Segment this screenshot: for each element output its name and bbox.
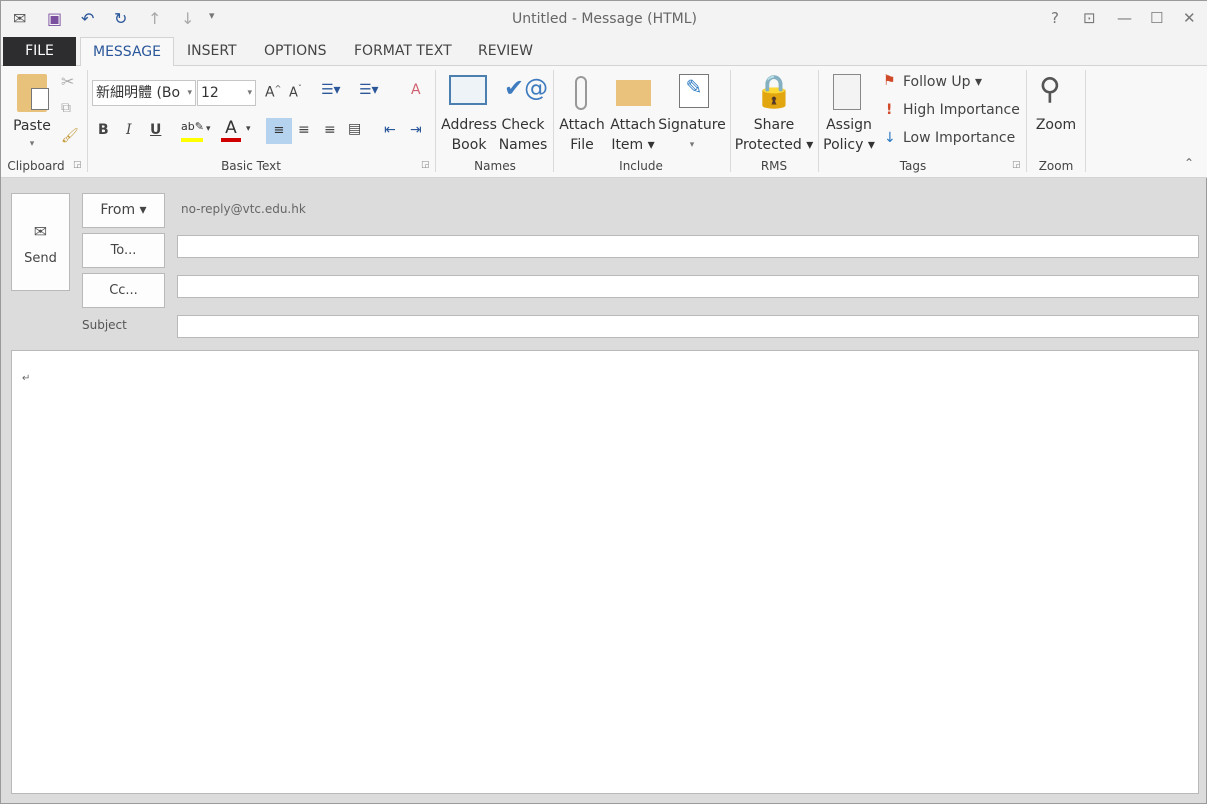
tab-review[interactable]: REVIEW bbox=[466, 37, 545, 66]
font-size-value: 12 bbox=[201, 85, 219, 101]
paperclip-icon bbox=[575, 76, 587, 110]
group-label-names: Names bbox=[474, 159, 516, 173]
check-names-button[interactable]: Check Names bbox=[497, 115, 549, 155]
maximize-icon[interactable]: ☐ bbox=[1150, 9, 1163, 27]
help-icon[interactable]: ? bbox=[1051, 9, 1059, 27]
subject-label: Subject bbox=[82, 318, 127, 332]
group-label-tags: Tags bbox=[899, 159, 927, 173]
copy-icon[interactable]: ⧉ bbox=[61, 100, 71, 116]
high-importance-icon: ! bbox=[886, 102, 893, 118]
ribbon: Paste ▾ ✂ ⧉ 🖌 Clipboard ◲ 新細明體 (Bo ▾ 12 ▾ … bbox=[1, 66, 1207, 178]
low-importance-button[interactable]: Low Importance bbox=[903, 130, 1015, 146]
separator bbox=[1085, 70, 1086, 172]
tab-message[interactable]: MESSAGE bbox=[80, 37, 174, 67]
group-label-include: Include bbox=[619, 159, 663, 173]
ribbon-display-icon[interactable]: ⊡ bbox=[1083, 9, 1096, 27]
attach-file-button[interactable]: Attach File bbox=[558, 115, 606, 155]
address-book-icon bbox=[449, 75, 487, 105]
low-importance-icon: ↓ bbox=[884, 130, 896, 146]
highlight-dropdown-icon[interactable]: ▾ bbox=[206, 124, 211, 134]
from-button[interactable]: From ▾ bbox=[82, 193, 165, 228]
separator bbox=[435, 70, 436, 172]
share-protected-icon: 🔒 bbox=[754, 72, 794, 110]
separator bbox=[818, 70, 819, 172]
tags-launcher-icon[interactable]: ◲ bbox=[1012, 160, 1021, 170]
title-bar: ✉ ▣ ↶ ↻ ↑ ↓ ▾ Untitled - Message (HTML) … bbox=[1, 1, 1207, 37]
align-center-icon[interactable]: ≡ bbox=[298, 122, 310, 138]
group-label-clipboard: Clipboard bbox=[7, 159, 65, 173]
font-color-icon[interactable]: A bbox=[221, 118, 241, 142]
zoom-icon: ⚲ bbox=[1039, 72, 1061, 107]
italic-button[interactable]: I bbox=[126, 122, 132, 138]
separator bbox=[730, 70, 731, 172]
attach-item-icon bbox=[616, 80, 651, 106]
close-icon[interactable]: ✕ bbox=[1183, 9, 1196, 27]
grow-font-icon[interactable]: A^ bbox=[265, 84, 281, 101]
format-painter-icon[interactable]: 🖌 bbox=[61, 128, 79, 144]
bullets-icon[interactable]: ☰▾ bbox=[321, 82, 341, 98]
group-label-zoom: Zoom bbox=[1038, 159, 1074, 173]
follow-up-button[interactable]: Follow Up ▾ bbox=[903, 74, 982, 90]
decrease-indent-icon[interactable]: ⇤ bbox=[384, 122, 396, 138]
follow-up-flag-icon: ⚑ bbox=[883, 73, 896, 89]
send-label: Send bbox=[24, 251, 57, 266]
attach-item-button[interactable]: Attach Item ▾ bbox=[608, 115, 658, 155]
underline-button[interactable]: U bbox=[150, 122, 161, 138]
paragraph-mark: ↵ bbox=[22, 373, 31, 384]
address-book-button[interactable]: Address Book bbox=[439, 115, 499, 155]
from-value: no-reply@vtc.edu.hk bbox=[181, 202, 306, 216]
tab-options[interactable]: OPTIONS bbox=[252, 37, 339, 66]
to-field[interactable] bbox=[177, 235, 1199, 258]
clear-formatting-icon[interactable]: A bbox=[411, 82, 421, 98]
ribbon-tabs: FILE MESSAGE INSERT OPTIONS FORMAT TEXT … bbox=[1, 37, 1207, 67]
separator bbox=[1026, 70, 1027, 172]
assign-policy-button[interactable]: Assign Policy ▾ bbox=[821, 115, 877, 155]
share-protected-button[interactable]: Share Protected ▾ bbox=[734, 115, 814, 155]
font-name-combo[interactable]: 新細明體 (Bo ▾ bbox=[92, 80, 196, 106]
cc-field[interactable] bbox=[177, 275, 1199, 298]
shrink-font-icon[interactable]: Aˇ bbox=[289, 84, 302, 100]
group-label-basic-text: Basic Text bbox=[221, 159, 281, 173]
paste-button[interactable]: Paste bbox=[9, 116, 55, 136]
cut-icon[interactable]: ✂ bbox=[61, 72, 74, 91]
font-color-dropdown-icon[interactable]: ▾ bbox=[246, 124, 251, 134]
separator bbox=[553, 70, 554, 172]
tab-file[interactable]: FILE bbox=[3, 37, 76, 66]
group-label-rms: RMS bbox=[760, 159, 788, 173]
justify-icon[interactable]: ▤ bbox=[348, 121, 361, 137]
paste-icon[interactable] bbox=[17, 74, 49, 112]
align-left-button[interactable]: ≡ bbox=[266, 118, 292, 144]
separator bbox=[87, 70, 88, 172]
increase-indent-icon[interactable]: ⇥ bbox=[410, 122, 422, 138]
send-button[interactable]: ✉ Send bbox=[11, 193, 70, 291]
highlight-icon[interactable]: ab✎ bbox=[181, 120, 204, 142]
paste-dropdown-icon[interactable]: ▾ bbox=[9, 134, 55, 154]
subject-field[interactable] bbox=[177, 315, 1199, 338]
zoom-button[interactable]: Zoom bbox=[1029, 115, 1083, 135]
clipboard-launcher-icon[interactable]: ◲ bbox=[73, 160, 82, 170]
tab-format-text[interactable]: FORMAT TEXT bbox=[342, 37, 464, 66]
font-name-value: 新細明體 (Bo bbox=[96, 85, 181, 101]
to-button[interactable]: To... bbox=[82, 233, 165, 268]
tab-insert[interactable]: INSERT bbox=[175, 37, 249, 66]
signature-icon: ✎ bbox=[679, 74, 709, 108]
signature-button[interactable]: Signature ▾ bbox=[657, 115, 727, 155]
window-title: Untitled - Message (HTML) bbox=[511, 11, 698, 27]
cc-button[interactable]: Cc... bbox=[82, 273, 165, 308]
message-body[interactable]: ↵ bbox=[11, 350, 1199, 794]
align-right-icon[interactable]: ≡ bbox=[324, 122, 336, 138]
basic-text-launcher-icon[interactable]: ◲ bbox=[421, 160, 430, 170]
font-size-combo[interactable]: 12 ▾ bbox=[197, 80, 256, 106]
numbering-icon[interactable]: ☰▾ bbox=[359, 82, 379, 98]
bold-button[interactable]: B bbox=[98, 122, 109, 138]
assign-policy-icon bbox=[833, 74, 861, 110]
high-importance-button[interactable]: High Importance bbox=[903, 102, 1020, 118]
collapse-ribbon-icon[interactable]: ⌃ bbox=[1184, 156, 1194, 170]
send-icon: ✉ bbox=[33, 222, 48, 241]
check-names-icon: ✔@ bbox=[504, 74, 549, 102]
minimize-icon[interactable]: — bbox=[1117, 9, 1132, 27]
